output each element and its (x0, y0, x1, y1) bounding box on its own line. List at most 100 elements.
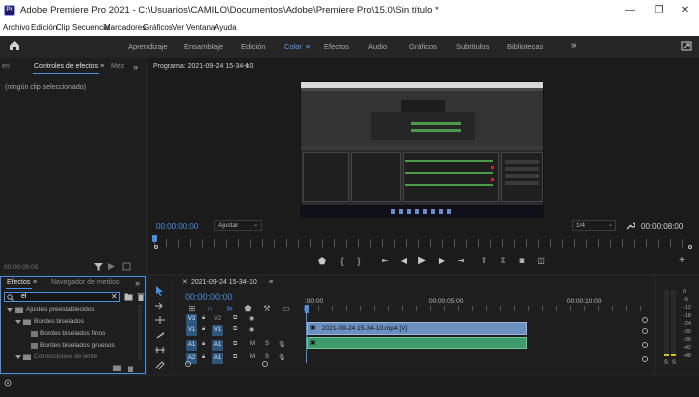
solo-left-button[interactable]: S (664, 360, 668, 366)
zoom-scroll-handle-right[interactable] (262, 361, 268, 367)
selection-tool-icon[interactable] (155, 286, 164, 296)
zoom-scroll-handle-left[interactable] (185, 361, 191, 367)
wrench-icon[interactable] (626, 221, 635, 230)
program-current-timecode[interactable]: 00:00:00:00 (156, 222, 198, 231)
workspace-bibliotecas[interactable]: Bibliotecas (507, 42, 543, 51)
lift-button[interactable]: ⇪ (479, 256, 489, 265)
tab-audio-mixer-truncated[interactable]: Mez (111, 63, 124, 70)
pen-tool-icon[interactable] (155, 361, 165, 369)
step-back-button[interactable]: ◀ (399, 256, 409, 265)
track-scroll-handle[interactable] (642, 342, 648, 348)
go-to-out-button[interactable]: ⇥ (456, 256, 466, 265)
tab-menu-icon[interactable]: ≡ (100, 63, 104, 70)
snap-icon[interactable]: ∩ (206, 304, 214, 313)
solo-right-button[interactable]: S (672, 360, 676, 366)
new-custom-bin-icon[interactable] (113, 365, 121, 371)
source-patch-a1[interactable]: A1 (186, 340, 197, 351)
nest-toggle-icon[interactable]: ⊞ (188, 304, 196, 313)
tab-effects[interactable]: Efectos (7, 279, 30, 286)
program-zoom-handle-right[interactable] (688, 245, 692, 249)
tree-item-bordes-biselados-finos[interactable]: Bordes biselados finos (40, 330, 105, 337)
timeline-timecode[interactable]: 00:00:00:00 (185, 292, 233, 302)
trash-icon[interactable] (127, 365, 134, 372)
linked-selection-icon[interactable]: ⊳ (226, 304, 234, 313)
chevron-down-icon[interactable] (15, 319, 21, 325)
new-bin-icon[interactable] (124, 293, 133, 301)
sync-lock-icon[interactable]: ⧉ (233, 354, 237, 361)
close-timeline-icon[interactable]: ✕ (182, 278, 188, 286)
timeline-settings-wrench-icon[interactable]: ⚒ (263, 304, 271, 313)
effects-panel-overflow-icon[interactable]: » (135, 278, 140, 288)
program-zoom-handle-left[interactable] (154, 245, 158, 249)
button-editor-add-icon[interactable]: + (677, 255, 687, 266)
delete-icon[interactable] (137, 293, 145, 301)
microphone-icon[interactable]: 🎙︎ (278, 341, 286, 348)
play-button[interactable]: ▶ (417, 255, 427, 266)
go-to-in-button[interactable]: ⇤ (380, 256, 390, 265)
sync-lock-icon[interactable]: ⧉ (233, 315, 237, 322)
track-target-v1[interactable]: V1 (212, 325, 223, 336)
track-select-tool-icon[interactable] (155, 302, 164, 310)
tree-item-ajustes-preestablecidos[interactable]: Ajustes preestablecidos (26, 306, 95, 313)
track-target-a1[interactable]: A1 (212, 340, 223, 351)
sync-lock-icon[interactable]: ⧉ (233, 341, 237, 348)
maximize-button[interactable]: ❐ (648, 3, 670, 19)
mark-in-button[interactable]: { (337, 256, 347, 266)
source-patch-v1[interactable]: V1 (186, 325, 197, 336)
add-marker-button[interactable]: ⬟ (317, 256, 327, 267)
razor-tool-icon[interactable] (155, 331, 165, 339)
export-frame-icon[interactable] (122, 262, 131, 271)
menu-archivo[interactable]: Archivo (3, 23, 30, 32)
tab-media-browser[interactable]: Navegador de medios (51, 279, 120, 286)
tree-item-correcciones-de-lente[interactable]: Correcciones de lente (34, 353, 97, 360)
slip-tool-icon[interactable] (155, 346, 165, 354)
audio-clip[interactable]: ▣ (307, 337, 527, 349)
menu-ver[interactable]: Ver (172, 23, 184, 32)
microphone-icon[interactable]: 🎙︎ (278, 354, 286, 361)
effects-tab-menu-icon[interactable]: ≡ (33, 279, 37, 286)
workspace-audio[interactable]: Audio (368, 42, 387, 51)
track-scroll-handle[interactable] (642, 356, 648, 362)
workspace-ensamblaje[interactable]: Ensamblaje (184, 42, 223, 51)
program-video-frame[interactable] (300, 81, 544, 218)
ripple-edit-tool-icon[interactable] (155, 316, 165, 324)
chevron-down-icon[interactable] (7, 307, 13, 313)
sync-lock-icon[interactable]: ⧉ (233, 326, 237, 333)
menu-clip[interactable]: Clip (56, 23, 70, 32)
workspace-color-menu-icon[interactable]: ≡ (306, 42, 310, 51)
solo-track-button[interactable]: S (265, 341, 269, 347)
solo-track-button[interactable]: S (265, 354, 269, 360)
program-time-ruler[interactable] (154, 239, 694, 247)
panel-overflow-icon[interactable]: » (133, 62, 138, 72)
captions-icon[interactable]: ▭ (281, 304, 291, 313)
share-icon[interactable] (681, 41, 692, 51)
comparison-view-button[interactable]: ◫ (536, 256, 546, 265)
timeline-playhead[interactable] (305, 305, 309, 313)
add-marker-icon[interactable]: ⬟ (244, 304, 252, 313)
menu-marcadores[interactable]: Marcadores (104, 23, 146, 32)
close-button[interactable]: ✕ (674, 3, 696, 19)
menu-graficos[interactable]: Gráficos (143, 23, 173, 32)
tab-effect-controls[interactable]: Controles de efectos (34, 63, 98, 70)
tree-item-bordes-biselados-gruesos[interactable]: Bordes biselados gruesos (40, 342, 115, 349)
lock-icon[interactable]: 🔒︎ (202, 326, 205, 333)
eye-icon[interactable]: ◉ (249, 315, 254, 322)
menu-ventana[interactable]: Ventana (186, 23, 215, 32)
timeline-ruler[interactable] (304, 306, 649, 311)
program-monitor-menu-icon[interactable]: ≡ (245, 63, 249, 70)
mute-track-button[interactable]: M (250, 341, 255, 347)
step-forward-button[interactable]: ▶ (437, 256, 447, 265)
menu-ayuda[interactable]: Ayuda (214, 23, 237, 32)
export-frame-button[interactable]: ◙ (517, 256, 527, 265)
program-playhead[interactable] (152, 235, 157, 242)
video-clip[interactable]: ▣ 2021-09-24 15-34-10.mp4 [V] (307, 322, 527, 335)
home-icon[interactable] (9, 40, 20, 51)
effect-controls-timecode[interactable]: 00:00:00:00 (4, 264, 38, 271)
eye-icon[interactable]: ◉ (249, 326, 254, 333)
mark-out-button[interactable]: } (354, 256, 364, 266)
source-patch-v3[interactable]: V3 (186, 314, 197, 325)
workspace-aprendizaje[interactable]: Aprendizaje (128, 42, 168, 51)
zoom-level-dropdown[interactable]: Ajustar ⌄ (214, 220, 262, 231)
lock-icon[interactable]: 🔒︎ (202, 315, 205, 322)
effects-scrollbar[interactable] (138, 305, 142, 360)
